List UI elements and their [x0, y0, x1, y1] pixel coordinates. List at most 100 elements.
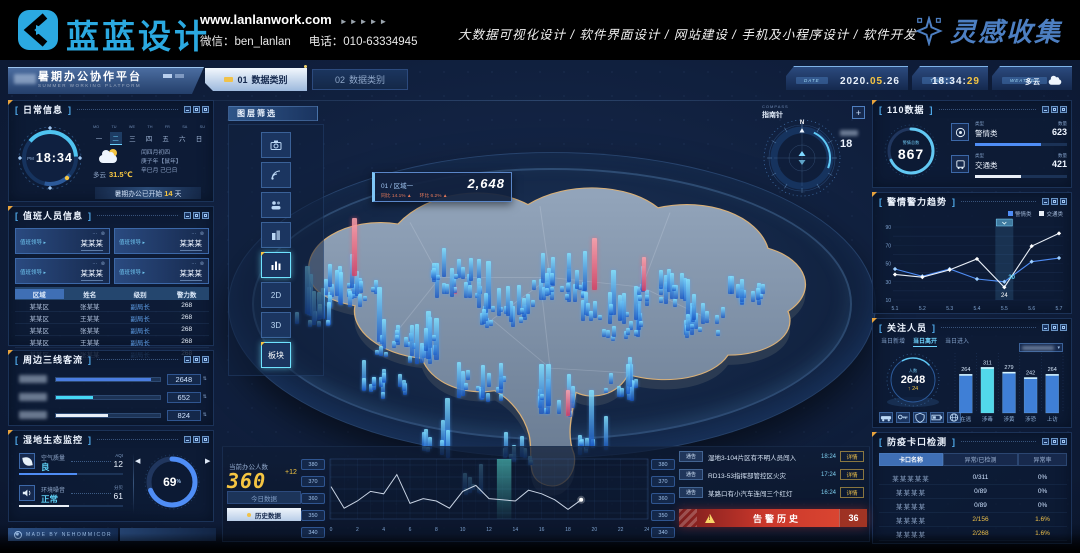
window-icon[interactable]	[193, 212, 200, 219]
column-header[interactable]: 异常/已检测	[943, 453, 1018, 466]
website-link[interactable]: www.lanlanwork.com►►►►►	[200, 12, 389, 27]
expand-icon[interactable]	[1060, 324, 1067, 331]
lunar-line: 闰四月初四	[141, 149, 182, 158]
window-icon[interactable]	[193, 356, 200, 363]
contact-info: 微信：ben_lanlan电话：010-63334945	[200, 33, 435, 49]
window-icon[interactable]	[1051, 438, 1058, 445]
date-month: 05	[870, 76, 883, 87]
alert-row[interactable]: 通告湿地3-104片区有不明人员闯入18:24详情	[679, 449, 869, 464]
gauge-left-arrow[interactable]: ◀	[135, 457, 140, 465]
alert-detail-button[interactable]: 详情	[840, 451, 864, 462]
panel-focus-people: [关注人员] 当日新增当日离开当日进入 人数2648↑ 24 ▾ 264在逃31…	[872, 318, 1072, 428]
table-row[interactable]: 某某区张某某副局长268	[15, 324, 209, 336]
svg-text:311: 311	[983, 360, 992, 366]
zoom-in-button[interactable]: +	[852, 106, 865, 119]
svg-text:2: 2	[356, 527, 359, 533]
checkpoint-row[interactable]: 某某某某0/890%	[879, 499, 1067, 513]
layer-button-板块[interactable]: 板块	[261, 342, 291, 368]
table-row[interactable]: 某某区王某某副局长268	[15, 312, 209, 324]
expand-icon[interactable]	[202, 356, 209, 363]
alert-row[interactable]: 通告RD13-53指挥部管控区火灾17:24详情	[679, 467, 869, 482]
minimize-icon[interactable]	[1042, 198, 1049, 205]
tab-number: 02	[335, 75, 345, 85]
svg-text:上访: 上访	[1047, 415, 1059, 423]
duty-leader-card[interactable]: 值班领导 ▸⋯ ⊗某某某	[15, 258, 110, 284]
checkpoint-row[interactable]: 某某某某2/2681.6%	[879, 527, 1067, 541]
svg-text:22: 22	[618, 527, 624, 533]
layer-button-2D[interactable]: 2D	[261, 282, 291, 308]
alert-detail-button[interactable]: 详情	[840, 487, 864, 498]
window-icon[interactable]	[193, 106, 200, 113]
column-header[interactable]: 卡口名称	[879, 453, 943, 466]
shield-icon[interactable]	[913, 412, 927, 423]
svg-text:5.6: 5.6	[1028, 306, 1035, 312]
table-row[interactable]: 某某区王某某副局长268	[15, 336, 209, 348]
platform-title-plate: 暑期办公协作平台 SUMMER WORKING PLATFORM	[8, 67, 204, 94]
group-icon[interactable]	[261, 192, 291, 218]
alert-text: 某路口有小汽车连闯三个红灯	[708, 488, 812, 498]
window-icon[interactable]	[1051, 198, 1058, 205]
duty-leader-card[interactable]: 值班领导 ▸⋯ ⊗某某某	[114, 228, 209, 254]
focus-tab-2[interactable]: 当日离开	[913, 336, 937, 347]
region-map[interactable]	[240, 156, 830, 496]
wechat-label: 微信：ben_lanlan	[200, 36, 291, 48]
minimize-icon[interactable]	[184, 106, 191, 113]
gauge-value: 867	[898, 146, 924, 162]
expand-icon[interactable]	[1060, 106, 1067, 113]
inspiration-logo[interactable]: 灵感收集	[914, 12, 1062, 49]
checkpoint-row[interactable]: 某某某某某0/3110%	[879, 471, 1067, 485]
battery-icon[interactable]	[930, 412, 944, 423]
expand-icon[interactable]	[1060, 438, 1067, 445]
alert-tag: 通告	[679, 487, 703, 498]
panel-title: 周边三线客流	[23, 353, 83, 366]
tab-data-category-2[interactable]: 02 数据类别	[312, 69, 408, 90]
minimize-icon[interactable]	[184, 356, 191, 363]
alert-history-banner[interactable]: ! 告警历史 36	[679, 509, 867, 527]
platform-subtitle: SUMMER WORKING PLATFORM	[38, 83, 196, 88]
expand-icon[interactable]	[202, 106, 209, 113]
window-icon[interactable]	[193, 436, 200, 443]
y-axis-box: 370	[301, 476, 325, 487]
minimize-icon[interactable]	[1042, 438, 1049, 445]
y-axis-box-right: 340	[651, 527, 675, 538]
alert-row[interactable]: 通告某路口有小汽车连闯三个红灯16:24 详情	[679, 485, 869, 500]
key-icon[interactable]	[896, 412, 910, 423]
camera-icon[interactable]	[261, 132, 291, 158]
table-row[interactable]: 某某区张某某副局长268	[15, 300, 209, 312]
minimize-icon[interactable]	[1042, 324, 1049, 331]
bar-chart-icon[interactable]	[261, 252, 291, 278]
focus-tab-1[interactable]: 当日新增	[881, 336, 905, 347]
expand-icon[interactable]	[202, 436, 209, 443]
map-tooltip[interactable]: 01 / 区域一 2,648 同比 14.1% ▲环比 6.2% ▲	[372, 172, 512, 202]
minimize-icon[interactable]	[184, 212, 191, 219]
expand-icon[interactable]	[1060, 198, 1067, 205]
checkpoint-row[interactable]: 某某某某0/890%	[879, 485, 1067, 499]
window-icon[interactable]	[1051, 106, 1058, 113]
tab-data-category-1[interactable]: 01 数据类别	[205, 68, 307, 91]
compass-widget[interactable]: N	[760, 116, 844, 200]
layer-button-3D[interactable]: 3D	[261, 312, 291, 338]
y-axis-box: 360	[301, 493, 325, 504]
lanlan-logo-icon[interactable]	[16, 9, 60, 56]
office-data-button-1[interactable]: 今日数据	[227, 491, 301, 504]
building-icon[interactable]	[261, 222, 291, 248]
expand-icon[interactable]	[202, 212, 209, 219]
alert-detail-button[interactable]: 详情	[840, 469, 864, 480]
checkpoint-row[interactable]: 某某某某2/1561.6%	[879, 513, 1067, 527]
date-day: .26	[883, 76, 900, 87]
office-data-button-2[interactable]: 历史数据	[227, 508, 301, 521]
minimize-icon[interactable]	[184, 436, 191, 443]
clock-time: 18:34	[36, 151, 73, 165]
weekday-3: 三	[126, 132, 138, 145]
minimize-icon[interactable]	[1042, 106, 1049, 113]
duty-leader-card[interactable]: 值班领导 ▸⋯ ⊗某某某	[15, 228, 110, 254]
focus-tab-3[interactable]: 当日进入	[945, 336, 969, 347]
vehicle-icon[interactable]	[879, 412, 893, 423]
alert-time: 16:24	[812, 490, 836, 496]
gauge-right-arrow[interactable]: ▶	[205, 457, 210, 465]
y-axis-box: 340	[301, 527, 325, 538]
window-icon[interactable]	[1051, 324, 1058, 331]
column-header[interactable]: 异常率	[1018, 453, 1067, 466]
signal-icon[interactable]	[261, 162, 291, 188]
duty-leader-card[interactable]: 值班领导 ▸⋯ ⊗某某某	[114, 258, 209, 284]
